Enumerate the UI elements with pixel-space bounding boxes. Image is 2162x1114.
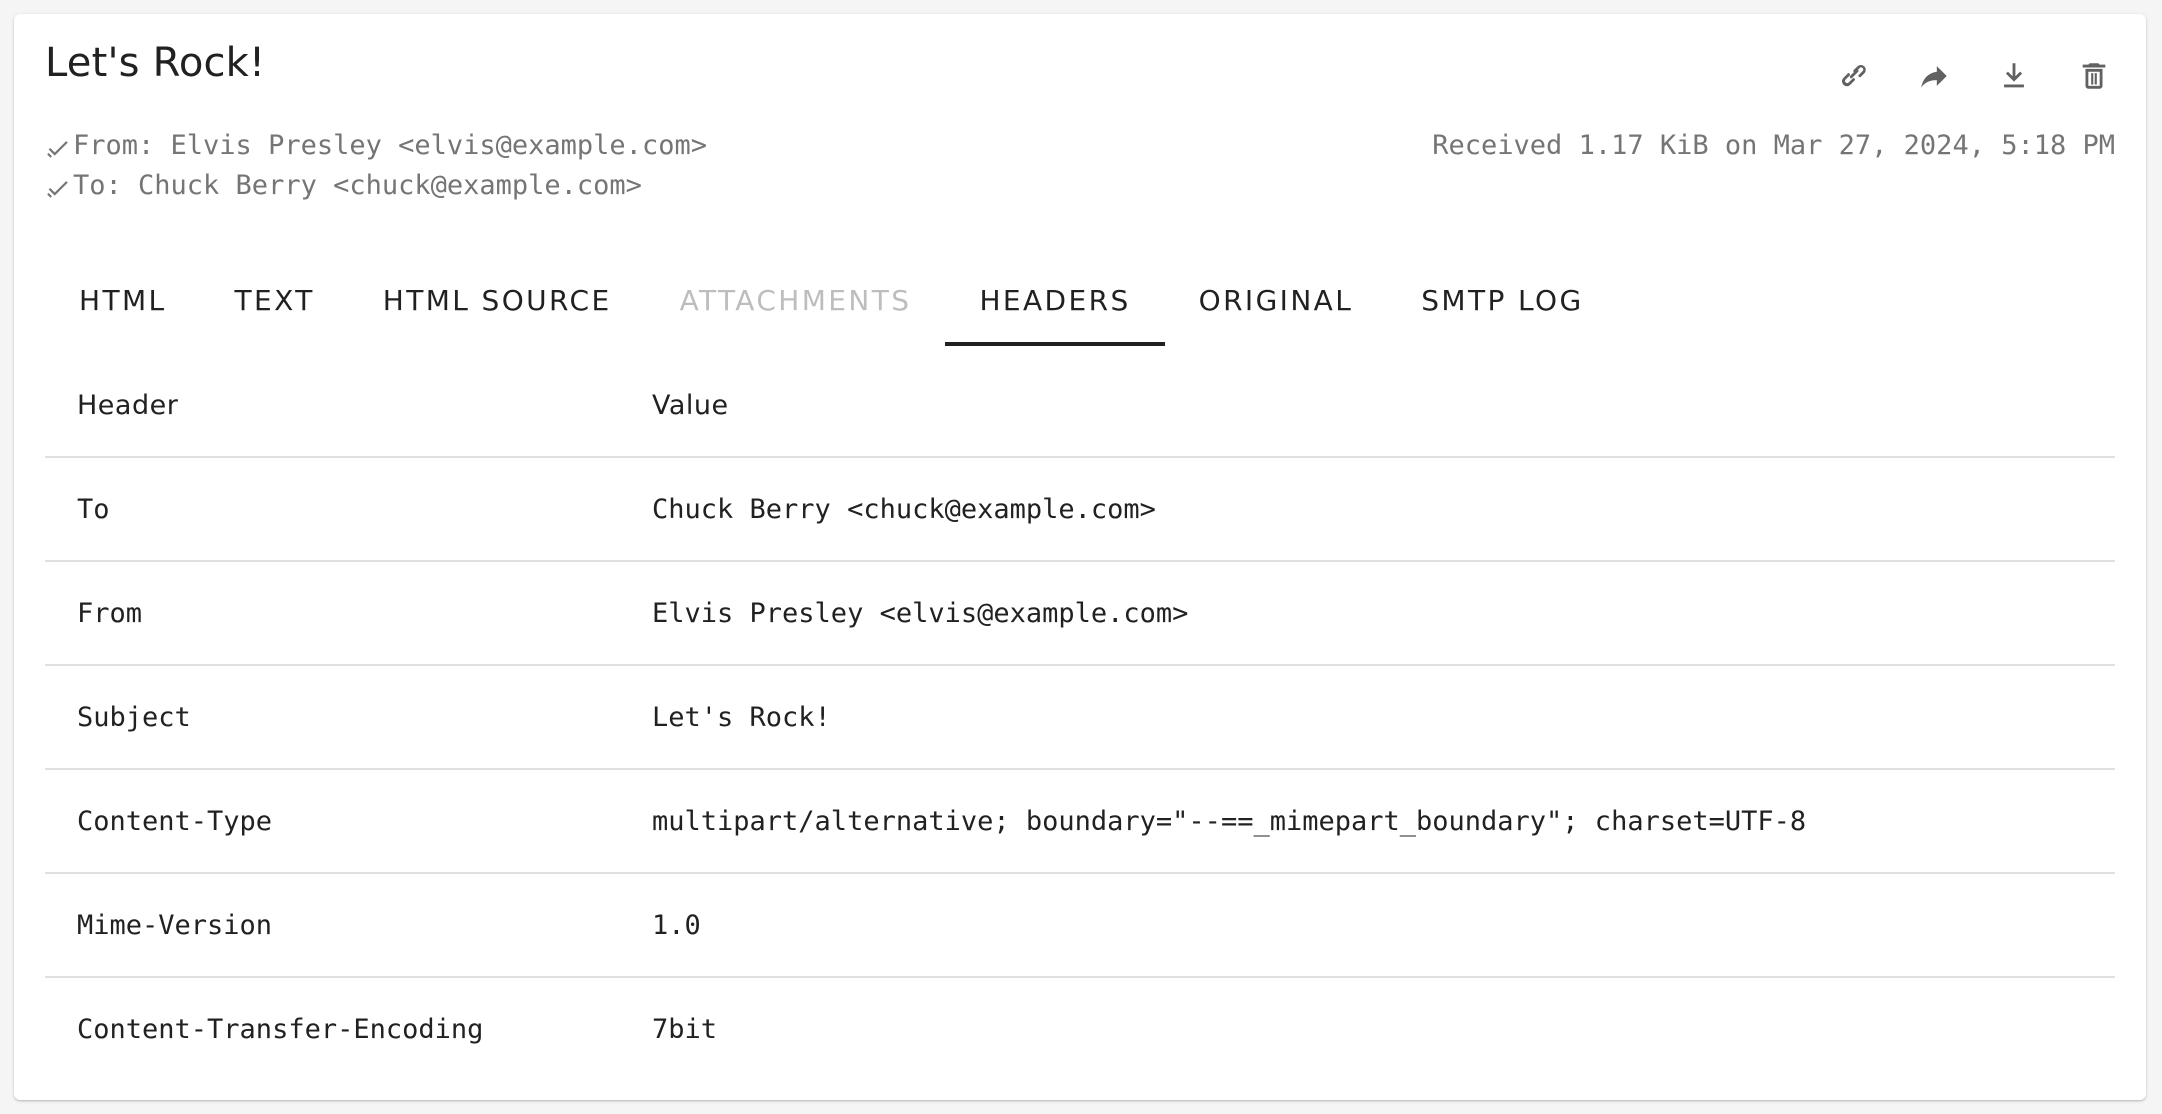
header-value: Chuck Berry <chuck@example.com> [620,457,2115,562]
header-value: Elvis Presley <elvis@example.com> [620,561,2115,666]
table-row: Mime-Version 1.0 [45,873,2115,978]
table-row: Content-Transfer-Encoding 7bit [45,977,2115,1080]
tab-smtp-log[interactable]: SMTP LOG [1387,254,1617,346]
tab-html[interactable]: HTML [45,254,201,346]
message-tabs: HTML TEXT HTML SOURCE ATTACHMENTS HEADER… [45,254,1618,346]
header-name: To [45,457,620,562]
header-name: Mime-Version [45,873,620,978]
check-icon [45,133,71,159]
header-name: Subject [45,665,620,770]
link-icon [1842,64,1866,87]
header-value: Let's Rock! [620,665,2115,770]
table-row: To Chuck Berry <chuck@example.com> [45,457,2115,562]
tab-original[interactable]: ORIGINAL [1165,254,1388,346]
message-actions [1826,48,2122,104]
from-address: From: Elvis Presley <elvis@example.com> [73,130,707,161]
header-name: From [45,561,620,666]
received-info: Received 1.17 KiB on Mar 27, 2024, 5:18 … [1432,130,2115,161]
tab-text[interactable]: TEXT [201,254,349,346]
header-name: Content-Type [45,769,620,874]
message-card: Let's Rock! From: Elvis Presley <elvis@e… [14,14,2146,1100]
header-value: 1.0 [620,873,2115,978]
table-row: From Elvis Presley <elvis@example.com> [45,561,2115,666]
forward-icon [1921,66,1947,88]
to-address: To: Chuck Berry <chuck@example.com> [73,170,642,201]
tab-html-source[interactable]: HTML SOURCE [349,254,646,346]
tab-headers[interactable]: HEADERS [945,254,1165,346]
to-line: To: Chuck Berry <chuck@example.com> [45,166,2115,206]
column-header-value: Value [620,354,2115,458]
download-icon [2004,63,2024,88]
tab-attachments: ATTACHMENTS [679,283,912,317]
forward-button[interactable] [1906,48,1962,104]
table-header-row: Header Value [45,354,2115,458]
header-value: multipart/alternative; boundary="--==_mi… [620,769,2115,874]
message-meta: From: Elvis Presley <elvis@example.com> … [45,126,2115,206]
header-value: 7bit [652,1013,718,1045]
table-row: Content-Type multipart/alternative; boun… [45,769,2115,874]
check-icon [45,173,71,199]
header-name: Content-Transfer-Encoding [77,1013,484,1045]
delete-button[interactable] [2066,48,2122,104]
delete-icon [2082,63,2106,89]
download-button[interactable] [1986,48,2042,104]
headers-table: Header Value To Chuck Berry <chuck@examp… [45,354,2115,1080]
table-row: Subject Let's Rock! [45,665,2115,770]
message-subject: Let's Rock! [45,40,266,86]
copy-link-button[interactable] [1826,48,1882,104]
column-header-header: Header [45,354,620,458]
